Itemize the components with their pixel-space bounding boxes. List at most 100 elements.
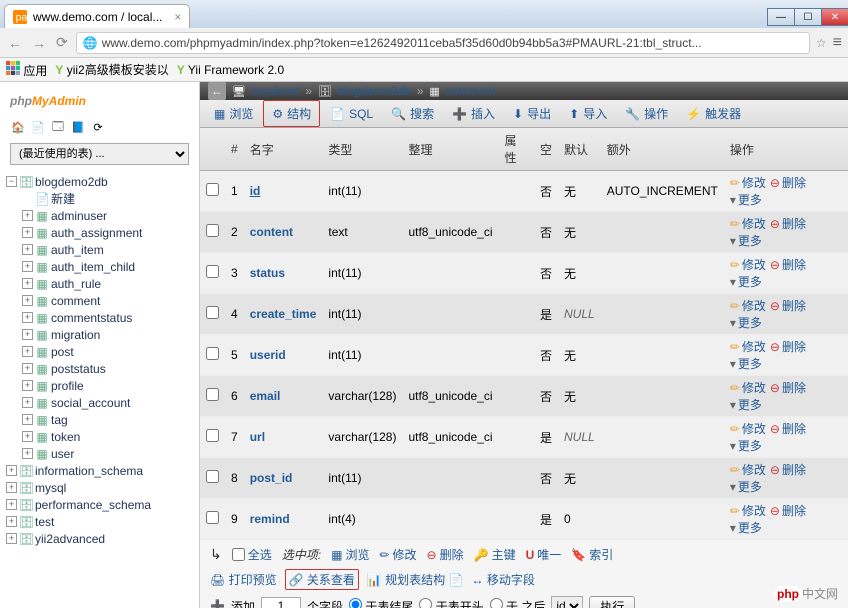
breadcrumb-db[interactable]: blogdemo2db	[338, 84, 411, 98]
table-node[interactable]: +▦auth_item	[0, 241, 199, 258]
more-link[interactable]: ▾更多	[730, 519, 762, 536]
home-icon[interactable]: 🏠	[10, 119, 26, 135]
drop-link[interactable]: ⊖删除	[770, 420, 806, 437]
apps-button[interactable]: 应用	[6, 61, 47, 79]
table-node[interactable]: +▦tag	[0, 411, 199, 428]
expand-icon[interactable]: +	[22, 261, 33, 272]
bookmark-star-icon[interactable]: ☆	[816, 36, 827, 50]
col-name[interactable]: remind	[244, 499, 323, 540]
expand-icon[interactable]: +	[22, 397, 33, 408]
action-primary[interactable]: 🔑 主键	[474, 546, 516, 563]
tab-search[interactable]: 🔍搜索	[383, 101, 442, 126]
expand-icon[interactable]: +	[22, 227, 33, 238]
more-link[interactable]: ▾更多	[730, 191, 762, 208]
check-all-checkbox[interactable]	[232, 548, 245, 561]
table-node[interactable]: +▦poststatus	[0, 360, 199, 377]
drop-link[interactable]: ⊖删除	[770, 174, 806, 191]
db-node[interactable]: +🗄information_schema	[0, 462, 199, 479]
sql-icon[interactable]: 🗔	[50, 119, 66, 135]
table-node[interactable]: +▦migration	[0, 326, 199, 343]
execute-button[interactable]: 执行	[589, 596, 635, 608]
table-node[interactable]: +▦auth_assignment	[0, 224, 199, 241]
reload-nav-icon[interactable]: ⟳	[90, 119, 106, 135]
expand-icon[interactable]: +	[22, 431, 33, 442]
col-name[interactable]: create_time	[244, 294, 323, 335]
minimize-button[interactable]: —	[767, 8, 795, 26]
reload-button[interactable]: ⟳	[54, 34, 70, 51]
logout-icon[interactable]: 📄	[30, 119, 46, 135]
table-node[interactable]: +▦comment	[0, 292, 199, 309]
collapse-icon[interactable]: −	[6, 176, 17, 187]
tab-insert[interactable]: ➕插入	[444, 101, 503, 126]
tab-sql[interactable]: 📄SQL	[322, 103, 381, 125]
expand-icon[interactable]: +	[22, 295, 33, 306]
drop-link[interactable]: ⊖删除	[770, 461, 806, 478]
edit-link[interactable]: ✏修改	[730, 338, 766, 355]
expand-icon[interactable]: +	[22, 278, 33, 289]
action-drop[interactable]: ⊖ 删除	[427, 546, 464, 563]
at-begin-option[interactable]: 于表开头	[419, 598, 483, 608]
drop-link[interactable]: ⊖删除	[770, 297, 806, 314]
forward-button[interactable]: →	[30, 35, 48, 51]
after-column-select[interactable]: id	[551, 596, 583, 608]
table-node[interactable]: +▦social_account	[0, 394, 199, 411]
row-checkbox[interactable]	[206, 183, 219, 196]
more-link[interactable]: ▾更多	[730, 355, 762, 372]
col-name[interactable]: post_id	[244, 458, 323, 499]
row-checkbox[interactable]	[206, 470, 219, 483]
edit-link[interactable]: ✏修改	[730, 502, 766, 519]
add-count-input[interactable]	[261, 597, 301, 608]
table-node[interactable]: +▦user	[0, 445, 199, 462]
browser-menu-button[interactable]: ≡	[833, 34, 842, 52]
browser-tab[interactable]: pa www.demo.com / local... ×	[4, 4, 190, 28]
expand-icon[interactable]: +	[22, 448, 33, 459]
edit-link[interactable]: ✏修改	[730, 215, 766, 232]
more-link[interactable]: ▾更多	[730, 314, 762, 331]
more-link[interactable]: ▾更多	[730, 273, 762, 290]
close-button[interactable]: ✕	[821, 8, 848, 26]
action-edit[interactable]: ✏ 修改	[379, 546, 416, 563]
edit-link[interactable]: ✏修改	[730, 461, 766, 478]
row-checkbox[interactable]	[206, 224, 219, 237]
table-node[interactable]: +▦auth_item_child	[0, 258, 199, 275]
db-node[interactable]: −🗄blogdemo2db	[0, 173, 199, 190]
table-node[interactable]: +▦auth_rule	[0, 275, 199, 292]
tab-import[interactable]: ⬆导入	[561, 101, 615, 126]
col-name[interactable]: userid	[244, 335, 323, 376]
db-node[interactable]: +🗄performance_schema	[0, 496, 199, 513]
edit-link[interactable]: ✏修改	[730, 420, 766, 437]
db-node[interactable]: +🗄mysql	[0, 479, 199, 496]
col-name[interactable]: content	[244, 212, 323, 253]
after-option[interactable]: 于 之后	[490, 598, 546, 608]
tab-triggers[interactable]: ⚡触发器	[678, 101, 749, 126]
move-cols-link[interactable]: ↔ 移动字段	[471, 571, 534, 588]
expand-icon[interactable]: +	[6, 499, 17, 510]
action-unique[interactable]: U 唯一	[526, 546, 562, 563]
bookmark-item[interactable]: Y yii2高级模板安装以	[55, 61, 168, 78]
more-link[interactable]: ▾更多	[730, 437, 762, 454]
table-node[interactable]: +▦commentstatus	[0, 309, 199, 326]
db-node[interactable]: +🗄yii2advanced	[0, 530, 199, 547]
expand-icon[interactable]: +	[22, 380, 33, 391]
expand-icon[interactable]: +	[22, 244, 33, 255]
row-checkbox[interactable]	[206, 388, 219, 401]
more-link[interactable]: ▾更多	[730, 478, 762, 495]
expand-icon[interactable]: +	[6, 516, 17, 527]
back-button[interactable]: ←	[6, 35, 24, 51]
breadcrumb-host[interactable]: localhost	[252, 84, 299, 98]
table-node[interactable]: +▦post	[0, 343, 199, 360]
edit-link[interactable]: ✏修改	[730, 174, 766, 191]
db-node[interactable]: +🗄test	[0, 513, 199, 530]
expand-icon[interactable]: +	[6, 533, 17, 544]
expand-icon[interactable]: +	[6, 465, 17, 476]
row-checkbox[interactable]	[206, 306, 219, 319]
tab-browse[interactable]: ▦浏览	[206, 101, 261, 126]
bookmark-item[interactable]: Y Yii Framework 2.0	[177, 63, 284, 77]
relation-view-link[interactable]: 🔗 关系查看	[285, 569, 359, 590]
edit-link[interactable]: ✏修改	[730, 256, 766, 273]
col-name[interactable]: email	[244, 376, 323, 417]
edit-link[interactable]: ✏修改	[730, 297, 766, 314]
drop-link[interactable]: ⊖删除	[770, 256, 806, 273]
expand-icon[interactable]: +	[22, 414, 33, 425]
logo[interactable]: phpMyAdmin	[0, 82, 199, 117]
